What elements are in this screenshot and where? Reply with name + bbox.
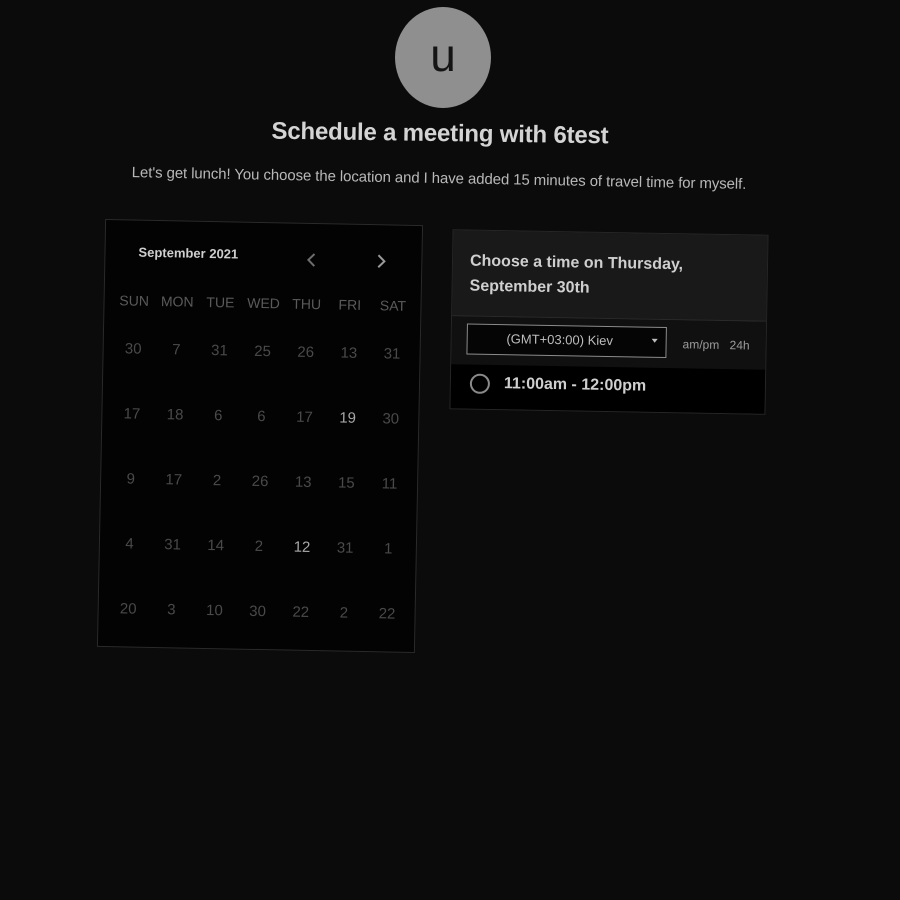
calendar-day: 13: [294, 473, 312, 491]
calendar-day-available[interactable]: 12: [279, 538, 323, 604]
timezone-select[interactable]: (GMT+03:00) Kiev: [466, 323, 667, 359]
radio-circle-icon[interactable]: [469, 373, 491, 394]
calendar-day: 15: [337, 474, 355, 492]
weekday-header-row: SUN MON TUE WED THU FRI SAT: [112, 292, 414, 314]
24h-format-toggle[interactable]: 24h: [729, 338, 749, 352]
calendar-day: 17: [165, 471, 183, 489]
previous-month-button[interactable]: [301, 250, 321, 270]
calendar-day: 26: [297, 343, 315, 362]
time-slot-label: 11:00am - 12:00pm: [503, 375, 647, 395]
calendar-month-label: September 2021: [138, 244, 239, 262]
weekday-label: SAT: [379, 297, 407, 314]
scheduling-page: u Schedule a meeting with 6test Let's ge…: [0, 0, 900, 900]
calendar-day: 26: [251, 472, 269, 491]
date-picker-calendar: September 2021 SUN MON TUE WED THU FRI SAT 30 7…: [96, 218, 424, 654]
calendar-day: 17: [123, 405, 141, 423]
weekday-label: SUN: [119, 292, 150, 309]
calendar-day: 31: [336, 539, 354, 557]
avatar-initial: u: [430, 28, 456, 81]
calendar-day: 10: [205, 601, 223, 620]
chevron-right-icon: [377, 254, 386, 268]
selected-date-heading: Choose a time on Thursday, September 30t…: [469, 252, 684, 297]
caret-down-icon: [651, 338, 658, 343]
next-month-button[interactable]: [371, 251, 391, 271]
timezone-value: (GMT+03:00) Kiev: [506, 331, 614, 349]
calendar-day: 31: [164, 536, 182, 554]
calendar-header: September 2021: [105, 220, 422, 288]
calendar-day: 9: [126, 470, 136, 488]
weekday-label: WED: [247, 294, 281, 312]
timezone-row: (GMT+03:00) Kiev am/pm 24h: [451, 316, 767, 370]
calendar-day-grid: 30 7 31 25 26 13 31 17 18 6 6 17 19 30 9 17 2 26 13 15 11 4 31…: [106, 340, 414, 671]
calendar-day: 4: [125, 535, 134, 553]
calendar-day: 14: [207, 537, 225, 555]
calendar-day: 31: [383, 345, 401, 363]
meeting-description: Let's get lunch! You choose the location…: [131, 164, 747, 193]
calendar-day: 2: [339, 604, 349, 622]
ampm-format-toggle[interactable]: am/pm: [683, 337, 720, 352]
page-title: Schedule a meeting with 6test: [271, 117, 609, 150]
calendar-day: 30: [249, 602, 267, 621]
calendar-day: 30: [382, 410, 400, 428]
host-avatar: u: [395, 7, 491, 108]
weekday-label: TUE: [206, 293, 235, 311]
time-slot-option[interactable]: 11:00am - 12:00pm: [450, 364, 766, 414]
time-slot-panel: Choose a time on Thursday, September 30t…: [449, 229, 769, 415]
calendar-day: 17: [295, 408, 313, 427]
calendar-day: 18: [166, 406, 184, 424]
chevron-left-icon: [306, 253, 316, 267]
calendar-day: 7: [172, 341, 181, 359]
calendar-day: 2: [254, 537, 264, 556]
calendar-day: 30: [124, 340, 142, 358]
calendar-day: 25: [254, 342, 272, 361]
weekday-label: THU: [292, 295, 322, 313]
calendar-day: 22: [378, 605, 396, 623]
calendar-day: 6: [257, 407, 266, 426]
calendar-day: 22: [292, 603, 310, 621]
calendar-day: 6: [213, 407, 223, 425]
calendar-day: 3: [167, 601, 176, 619]
calendar-day-available[interactable]: 19: [325, 409, 369, 475]
calendar-day: 2: [212, 472, 222, 490]
calendar-day: 13: [340, 344, 358, 362]
calendar-day: 31: [210, 342, 228, 360]
calendar-day: 20: [119, 600, 137, 618]
weekday-label: MON: [160, 293, 194, 310]
time-panel-header: Choose a time on Thursday, September 30t…: [452, 230, 768, 322]
calendar-day: 11: [381, 475, 398, 493]
calendar-day: 1: [383, 540, 393, 558]
weekday-label: FRI: [338, 296, 362, 313]
